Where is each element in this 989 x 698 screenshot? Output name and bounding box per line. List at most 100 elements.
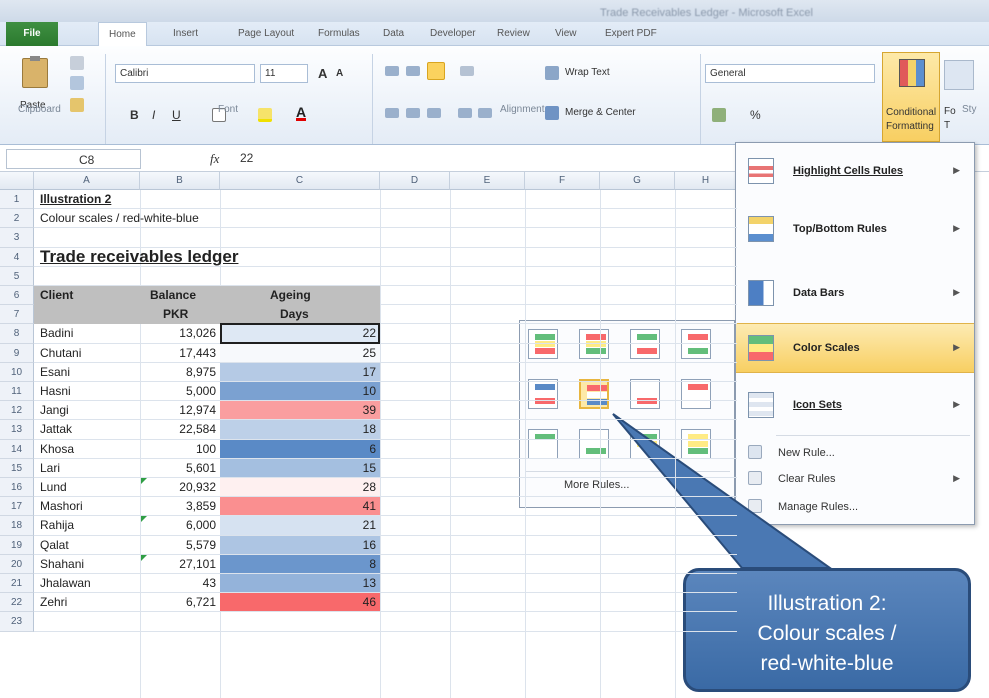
- italic-button[interactable]: I: [152, 108, 155, 122]
- days-cell[interactable]: 17: [220, 365, 376, 379]
- row-header[interactable]: 5: [0, 266, 34, 286]
- selected-cell-c8[interactable]: [220, 323, 380, 344]
- row-header[interactable]: 14: [0, 439, 34, 459]
- client-cell[interactable]: Rahija: [40, 518, 74, 532]
- balance-cell[interactable]: 5,601: [140, 461, 216, 475]
- balance-cell[interactable]: 5,579: [140, 538, 216, 552]
- days-cell[interactable]: 18: [220, 422, 376, 436]
- column-header-a[interactable]: A: [34, 172, 140, 190]
- row-header[interactable]: 3: [0, 228, 34, 248]
- client-cell[interactable]: Khosa: [40, 442, 74, 456]
- days-cell[interactable]: 10: [220, 384, 376, 398]
- color-scale-option[interactable]: [681, 329, 711, 359]
- color-scale-option[interactable]: [630, 379, 660, 409]
- tab-file[interactable]: File: [6, 22, 58, 46]
- align-middle-icon[interactable]: [406, 66, 420, 76]
- row-header[interactable]: 18: [0, 516, 34, 536]
- tab-home[interactable]: Home: [98, 22, 147, 46]
- font-size-box[interactable]: 11: [260, 64, 308, 83]
- client-cell[interactable]: Badini: [40, 326, 73, 340]
- align-left-icon[interactable]: [385, 108, 399, 118]
- menu-item-manage-rules[interactable]: Manage Rules...: [736, 495, 974, 519]
- select-all-corner[interactable]: [0, 172, 34, 190]
- balance-cell[interactable]: 8,975: [140, 365, 216, 379]
- row-header[interactable]: 4: [0, 247, 34, 267]
- row-header[interactable]: 20: [0, 554, 34, 574]
- column-header-g[interactable]: G: [600, 172, 675, 190]
- row-header[interactable]: 15: [0, 458, 34, 478]
- days-cell[interactable]: 15: [220, 461, 376, 475]
- client-cell[interactable]: Chutani: [40, 346, 81, 360]
- copy-icon[interactable]: [70, 76, 84, 90]
- format-as-table-label[interactable]: Fo: [944, 106, 956, 117]
- days-cell[interactable]: 8: [220, 557, 376, 571]
- tab-insert[interactable]: Insert: [173, 25, 198, 43]
- format-painter-icon[interactable]: [70, 98, 84, 112]
- days-cell[interactable]: 41: [220, 499, 376, 513]
- menu-item-highlight-cells-rules[interactable]: Highlight Cells Rules ▶: [736, 147, 974, 197]
- color-scale-option[interactable]: [528, 379, 558, 409]
- align-right-icon[interactable]: [427, 108, 441, 118]
- formula-input[interactable]: 22: [240, 151, 253, 165]
- days-cell[interactable]: 39: [220, 403, 376, 417]
- balance-cell[interactable]: 20,932: [140, 480, 216, 494]
- menu-item-data-bars[interactable]: Data Bars ▶: [736, 269, 974, 319]
- row-header[interactable]: 23: [0, 612, 34, 632]
- align-center-icon[interactable]: [406, 108, 420, 118]
- client-cell[interactable]: Jangi: [40, 403, 69, 417]
- wrap-text-button[interactable]: Wrap Text: [545, 64, 655, 82]
- bold-button[interactable]: B: [130, 108, 139, 122]
- name-box[interactable]: C8: [6, 149, 141, 169]
- row-header[interactable]: 10: [0, 362, 34, 382]
- color-scale-option[interactable]: [528, 329, 558, 359]
- balance-cell[interactable]: 17,443: [140, 346, 216, 360]
- row-header[interactable]: 22: [0, 593, 34, 613]
- increase-indent-icon[interactable]: [478, 108, 492, 118]
- row-header[interactable]: 19: [0, 535, 34, 555]
- color-scale-option[interactable]: [579, 379, 609, 409]
- balance-cell[interactable]: 13,026: [140, 326, 216, 340]
- days-cell[interactable]: 21: [220, 518, 376, 532]
- client-cell[interactable]: Jattak: [40, 422, 72, 436]
- format-as-table-icon[interactable]: [944, 60, 974, 90]
- client-cell[interactable]: Zehri: [40, 595, 67, 609]
- client-cell[interactable]: Esani: [40, 365, 70, 379]
- balance-cell[interactable]: 3,859: [140, 499, 216, 513]
- color-scale-option[interactable]: [681, 429, 711, 459]
- menu-item-color-scales[interactable]: Color Scales ▶: [736, 323, 974, 373]
- color-scale-option[interactable]: [528, 429, 558, 459]
- row-header[interactable]: 17: [0, 497, 34, 517]
- tab-expert-pdf[interactable]: Expert PDF: [605, 25, 657, 43]
- row-header[interactable]: 7: [0, 305, 34, 325]
- client-cell[interactable]: Hasni: [40, 384, 71, 398]
- balance-cell[interactable]: 12,974: [140, 403, 216, 417]
- color-scale-option[interactable]: [630, 429, 660, 459]
- row-header[interactable]: 21: [0, 574, 34, 594]
- tab-review[interactable]: Review: [497, 25, 530, 43]
- function-icon[interactable]: fx: [210, 151, 219, 167]
- balance-cell[interactable]: 5,000: [140, 384, 216, 398]
- tab-formulas[interactable]: Formulas: [318, 25, 360, 43]
- days-cell[interactable]: 28: [220, 480, 376, 494]
- client-cell[interactable]: Shahani: [40, 557, 84, 571]
- align-bottom-icon[interactable]: [427, 62, 445, 80]
- row-header[interactable]: 6: [0, 286, 34, 306]
- row-header[interactable]: 11: [0, 382, 34, 402]
- cut-icon[interactable]: [70, 56, 84, 70]
- menu-item-clear-rules[interactable]: Clear Rules ▶: [736, 467, 974, 491]
- shrink-font-button[interactable]: A: [336, 68, 343, 79]
- row-header[interactable]: 1: [0, 190, 34, 210]
- column-header-b[interactable]: B: [140, 172, 220, 190]
- underline-button[interactable]: U: [172, 108, 181, 122]
- row-header[interactable]: 8: [0, 324, 34, 344]
- color-scale-option[interactable]: [579, 429, 609, 459]
- row-header[interactable]: 9: [0, 343, 34, 363]
- color-scale-option[interactable]: [579, 329, 609, 359]
- days-cell[interactable]: 25: [220, 346, 376, 360]
- tab-page-layout[interactable]: Page Layout: [238, 25, 294, 43]
- balance-cell[interactable]: 6,721: [140, 595, 216, 609]
- balance-cell[interactable]: 100: [140, 442, 216, 456]
- more-rules-item[interactable]: More Rules...: [564, 479, 629, 491]
- orientation-icon[interactable]: [460, 66, 474, 76]
- color-scale-option[interactable]: [630, 329, 660, 359]
